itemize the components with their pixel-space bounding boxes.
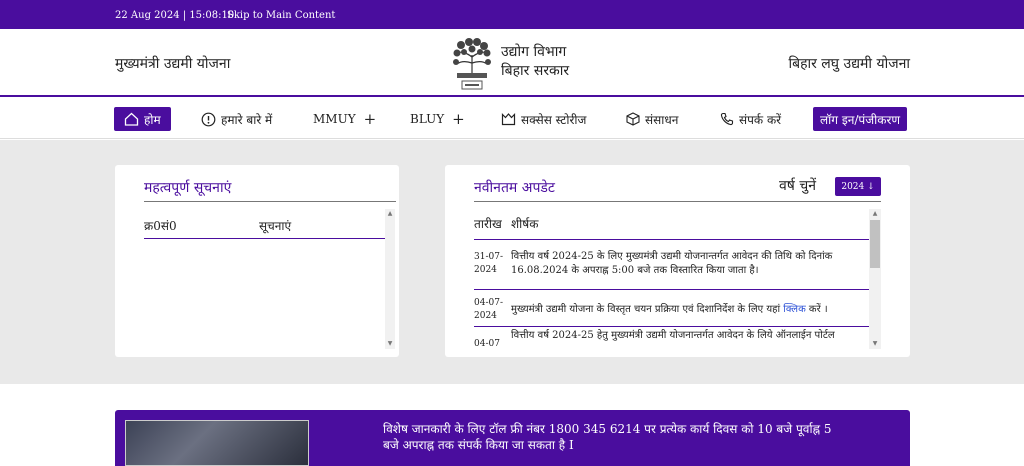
- scroll-up-arrow-icon[interactable]: ▲: [869, 209, 881, 219]
- update-date: 04-07-2024: [474, 298, 503, 321]
- skip-to-main-link[interactable]: Skip to Main Content: [227, 10, 335, 21]
- bluy-title[interactable]: बिहार लघु उद्यमी योजना: [788, 54, 910, 73]
- home-icon: [124, 112, 139, 126]
- updates-divider: [474, 201, 881, 202]
- nav-contact[interactable]: संपर्क करें: [720, 107, 781, 131]
- update-date: 31-07-2024: [474, 252, 503, 275]
- notices-table-header: क्र0सं0 सूचनाएं: [144, 209, 385, 239]
- update-text-after: करें ।: [805, 304, 828, 315]
- notices-col-notice: सूचनाएं: [259, 219, 292, 233]
- helpline-text: विशेष जानकारी के लिए टॉल फ्री नंबर 1800 …: [383, 422, 832, 452]
- update-click-link[interactable]: क्लिक: [783, 304, 806, 315]
- update-text[interactable]: वित्तीय वर्ष 2024-25 हेतु मुख्यमंत्री उद…: [511, 329, 861, 343]
- latest-updates-card: नवीनतम अपडेट वर्ष चुनें 2024 ↓ तारीख शीर…: [445, 165, 910, 357]
- updates-scrollbar[interactable]: ▲ ▼: [869, 209, 881, 349]
- table-row[interactable]: 31-07-2024 वित्तीय वर्ष 2024-25 के लिए म…: [474, 247, 869, 290]
- year-select-dropdown[interactable]: 2024 ↓: [835, 177, 881, 196]
- mmuy-title[interactable]: मुख्यमंत्री उद्यमी योजना: [115, 54, 230, 73]
- scroll-thumb[interactable]: [870, 220, 880, 268]
- scroll-up-arrow-icon[interactable]: ▲: [385, 209, 395, 219]
- update-text-before: मुख्यमंत्री उद्यमी योजना के विस्तृत चयन …: [511, 304, 784, 315]
- success-icon: [501, 112, 516, 125]
- nav-resources[interactable]: संसाधन: [626, 107, 678, 131]
- cube-icon: [626, 112, 640, 126]
- top-bar: 22 Aug 2024 | 15:08:10 Skip to Main Cont…: [0, 0, 1024, 29]
- updates-table: तारीख शीर्षक 31-07-2024 वित्तीय वर्ष 202…: [474, 209, 869, 349]
- nav-mmuy-label: MMUY: [313, 112, 356, 126]
- scroll-down-arrow-icon[interactable]: ▼: [869, 339, 881, 349]
- nav-success-stories[interactable]: सक्सेस स्टोरीज: [501, 107, 586, 131]
- year-select-label: वर्ष चुनें: [779, 178, 816, 194]
- updates-col-title: शीर्षक: [511, 217, 539, 231]
- login-register-button[interactable]: लॉग इन/पंजीकरण: [813, 107, 908, 131]
- nav-bluy-label: BLUY: [410, 112, 445, 126]
- update-text[interactable]: वित्तीय वर्ष 2024-25 के लिए मुख्यमंत्री …: [511, 250, 861, 278]
- updates-col-date: तारीख: [474, 217, 502, 231]
- nav-success-label: सक्सेस स्टोरीज: [521, 112, 587, 127]
- nav-home[interactable]: होम: [114, 107, 171, 131]
- info-icon: [201, 112, 216, 126]
- table-row[interactable]: 04-07-2024 मुख्यमंत्री उद्यमी योजना के व…: [474, 290, 869, 327]
- department-line-1: उद्योग विभाग: [501, 44, 567, 60]
- helpdesk-image: [125, 420, 309, 466]
- nav-about-label: हमारे बारे में: [221, 112, 273, 127]
- nav-about[interactable]: हमारे बारे में: [201, 107, 272, 131]
- phone-icon: [720, 112, 734, 126]
- notices-title: महत्वपूर्ण सूचनाएं: [144, 180, 232, 196]
- emblem-icon: [453, 38, 491, 90]
- nav-mmuy-expand-icon: +: [363, 109, 377, 128]
- site-header: मुख्यमंत्री उद्यमी योजना उद्योग विभाग बि…: [0, 29, 1024, 97]
- date-time: 22 Aug 2024 | 15:08:10: [115, 10, 235, 21]
- nav-mmuy[interactable]: MMUY +: [313, 107, 376, 131]
- updates-title: नवीनतम अपडेट: [474, 180, 555, 196]
- update-text: मुख्यमंत्री उद्यमी योजना के विस्तृत चयन …: [511, 303, 861, 317]
- nav-bluy-expand-icon: +: [452, 109, 465, 128]
- scroll-down-arrow-icon[interactable]: ▼: [385, 339, 395, 349]
- updates-header-line: [474, 239, 869, 240]
- notices-col-number: क्र0सं0: [144, 219, 177, 233]
- nav-contact-label: संपर्क करें: [739, 112, 782, 127]
- important-notices-card: महत्वपूर्ण सूचनाएं क्र0सं0 सूचनाएं ▲ ▼: [115, 165, 399, 357]
- department-name: उद्योग विभाग बिहार सरकार: [501, 43, 569, 81]
- nav-home-label: होम: [144, 112, 161, 127]
- table-row[interactable]: 04-07 वित्तीय वर्ष 2024-25 हेतु मुख्यमंत…: [474, 329, 869, 349]
- notices-scrollbar[interactable]: ▲ ▼: [385, 209, 395, 349]
- update-date: 04-07: [474, 339, 500, 349]
- helpline-banner: विशेष जानकारी के लिए टॉल फ्री नंबर 1800 …: [115, 410, 910, 466]
- notices-divider: [144, 201, 396, 202]
- department-line-2: बिहार सरकार: [501, 63, 570, 79]
- main-nav: होम हमारे बारे में MMUY + BLUY + सक्सेस …: [0, 99, 1024, 139]
- nav-resources-label: संसाधन: [645, 112, 679, 127]
- nav-bluy[interactable]: BLUY +: [410, 107, 465, 131]
